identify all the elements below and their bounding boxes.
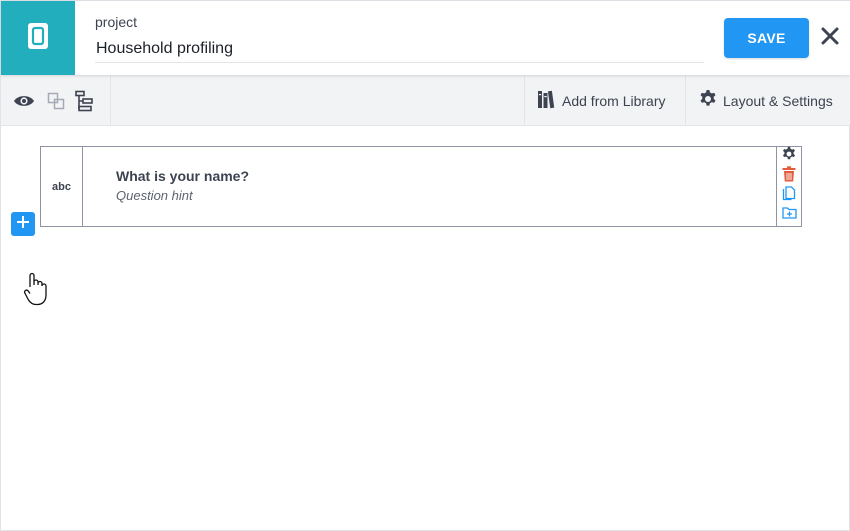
- preview-eye-icon[interactable]: [13, 90, 35, 112]
- add-from-library-label: Add from Library: [562, 92, 666, 109]
- hand-cursor-icon: [23, 271, 51, 307]
- question-type-badge: abc: [41, 147, 83, 226]
- folder-add-icon: [781, 206, 797, 224]
- gear-icon: [698, 89, 718, 112]
- question-label[interactable]: What is your name?: [116, 168, 249, 184]
- question-row[interactable]: abc What is your name? Question hint: [40, 146, 802, 227]
- project-title-input[interactable]: [95, 35, 704, 63]
- question-hint[interactable]: Question hint: [116, 188, 193, 203]
- question-actions: [776, 146, 801, 226]
- question-duplicate-button[interactable]: [781, 186, 797, 206]
- close-button[interactable]: [819, 27, 841, 49]
- add-question-button[interactable]: [11, 212, 35, 236]
- app-header: project SAVE: [1, 1, 850, 75]
- gear-icon: [781, 146, 797, 167]
- toolbar-divider: [110, 75, 111, 126]
- tree-structure-icon[interactable]: [74, 90, 96, 112]
- close-icon: [821, 27, 839, 50]
- layout-settings-label: Layout & Settings: [723, 92, 833, 109]
- question-delete-button[interactable]: [781, 165, 797, 187]
- question-add-to-library-button[interactable]: [781, 207, 797, 223]
- add-from-library-button[interactable]: Add from Library: [537, 75, 665, 126]
- save-button[interactable]: SAVE: [724, 18, 809, 58]
- question-settings-button[interactable]: [781, 146, 797, 167]
- trash-icon: [782, 165, 796, 187]
- group-icon[interactable]: [45, 90, 67, 112]
- form-toolbar: Add from Library Layout & Settings: [1, 75, 850, 126]
- plus-icon: [16, 215, 30, 234]
- toolbar-divider: [685, 75, 686, 126]
- layout-settings-button[interactable]: Layout & Settings: [698, 75, 833, 126]
- form-icon: [27, 22, 49, 55]
- duplicate-icon: [782, 186, 796, 206]
- library-books-icon: [537, 89, 557, 112]
- toolbar-divider: [524, 75, 525, 126]
- project-label: project: [95, 14, 138, 30]
- logo[interactable]: [1, 1, 75, 75]
